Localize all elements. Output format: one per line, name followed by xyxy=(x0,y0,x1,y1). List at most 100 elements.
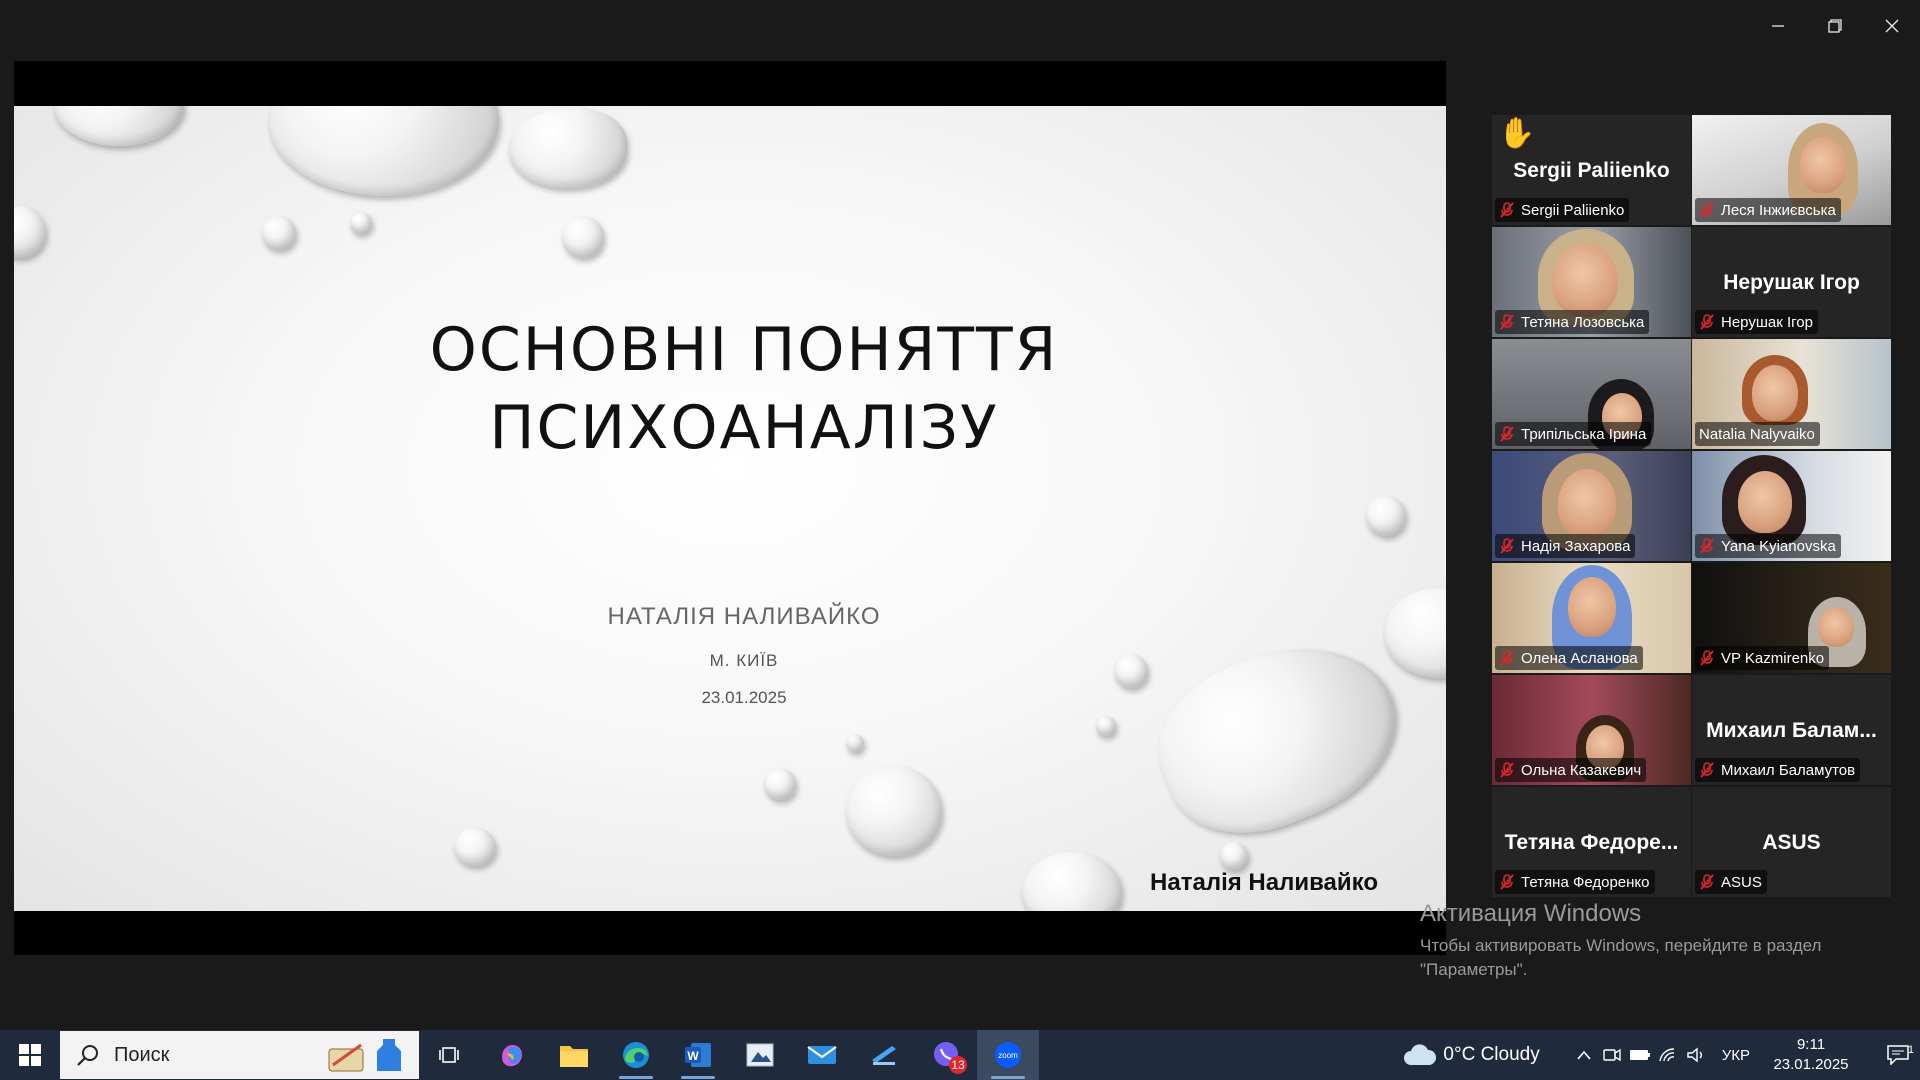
svg-text:W: W xyxy=(687,1049,699,1063)
taskbar-word[interactable]: W xyxy=(667,1030,729,1080)
participant-tile[interactable]: VP Kazmirenko xyxy=(1692,563,1891,673)
participant-tile[interactable]: ASUS ASUS xyxy=(1692,787,1891,897)
participant-label: Трипільська Ірина xyxy=(1495,422,1652,446)
participant-name: Олена Асланова xyxy=(1521,649,1638,667)
taskbar-copilot[interactable] xyxy=(481,1030,543,1080)
meet-now-tray[interactable] xyxy=(1598,1030,1626,1080)
taskbar-network-app[interactable] xyxy=(853,1030,915,1080)
participant-name: Ольна Казакевич xyxy=(1521,761,1642,779)
taskbar-search[interactable]: Поиск xyxy=(60,1031,419,1079)
search-highlight-icon xyxy=(328,1039,401,1072)
weather-widget[interactable]: 0°C Cloudy xyxy=(1403,1043,1540,1067)
wifi-icon xyxy=(1659,1048,1674,1062)
windows-activation-watermark: Активация Windows Чтобы активировать Win… xyxy=(1420,900,1821,982)
input-language[interactable]: УКР xyxy=(1722,1047,1750,1064)
participant-label: Надія Захарова xyxy=(1495,534,1636,558)
mic-muted-icon xyxy=(1500,202,1514,218)
taskbar-mail[interactable] xyxy=(791,1030,853,1080)
participant-tile[interactable]: Тетяна Федоре... Тетяна Федоренко xyxy=(1492,787,1691,897)
minimize-icon xyxy=(1771,25,1784,27)
slide-title-line: ОСНОВНІ ПОНЯТТЯ xyxy=(429,315,1059,385)
battery-tray[interactable] xyxy=(1626,1030,1654,1080)
water-drop xyxy=(1096,716,1116,736)
mic-muted-icon xyxy=(1500,314,1514,330)
start-button[interactable] xyxy=(0,1030,60,1080)
restore-button[interactable] xyxy=(1806,0,1863,52)
activation-title: Активация Windows xyxy=(1420,900,1642,927)
taskbar-clock[interactable]: 9:11 23.01.2025 xyxy=(1766,1035,1856,1075)
participant-tile[interactable]: Трипільська Ірина xyxy=(1492,339,1691,449)
mic-muted-icon xyxy=(1500,538,1514,554)
network-tray[interactable] xyxy=(1654,1030,1682,1080)
zoom-icon: zoom xyxy=(995,1042,1021,1068)
participant-name: VP Kazmirenko xyxy=(1721,649,1825,667)
activation-line: Чтобы активировать Windows, перейдите в … xyxy=(1420,936,1822,955)
face xyxy=(1552,243,1618,317)
mic-muted-icon xyxy=(1500,650,1514,666)
water-drop xyxy=(1366,496,1406,536)
water-drop xyxy=(846,766,942,856)
participant-label: Нерушак Ігор xyxy=(1695,310,1818,334)
participant-label: Yana Kyianovska xyxy=(1695,534,1841,558)
water-drop xyxy=(846,734,864,752)
participant-tile[interactable]: Нерушак Ігор Нерушак Ігор xyxy=(1692,227,1891,337)
mic-muted-icon xyxy=(1700,874,1714,890)
slide-title-line: ПСИХОАНАЛІЗУ xyxy=(489,393,999,463)
participant-name: Леся Інжиєвська xyxy=(1721,201,1836,219)
taskbar-edge[interactable] xyxy=(605,1030,667,1080)
taskbar-viber[interactable]: 13 xyxy=(915,1030,977,1080)
face xyxy=(1568,577,1616,637)
participant-name: Михаил Баламутов xyxy=(1721,761,1856,779)
taskbar-file-explorer[interactable] xyxy=(543,1030,605,1080)
participant-tile[interactable]: ✋ Sergii Paliienko Sergii Paliienko xyxy=(1492,115,1691,225)
mic-muted-icon xyxy=(1700,538,1714,554)
taskbar-photos[interactable] xyxy=(729,1030,791,1080)
participant-label: ASUS xyxy=(1695,870,1767,894)
chevron-up-icon xyxy=(1577,1050,1591,1060)
taskbar-zoom[interactable]: zoom xyxy=(977,1030,1039,1080)
water-drop xyxy=(562,216,604,258)
face xyxy=(1752,365,1798,421)
presenter-name: Наталія Наливайко xyxy=(1150,869,1378,896)
taskbar-task-view[interactable] xyxy=(419,1030,481,1080)
minimize-button[interactable] xyxy=(1749,0,1806,52)
notification-count: 1 xyxy=(1907,1044,1914,1056)
slide-author: НАТАЛІЯ НАЛИВАЙКО xyxy=(607,603,881,630)
water-drop xyxy=(1022,852,1122,911)
participant-tile[interactable]: Леся Інжиєвська xyxy=(1692,115,1891,225)
participant-tile[interactable]: Тетяна Лозовська xyxy=(1492,227,1691,337)
volume-tray[interactable] xyxy=(1682,1030,1710,1080)
svg-text:zoom: zoom xyxy=(998,1051,1018,1060)
participant-label: Михаил Баламутов xyxy=(1695,758,1861,782)
participant-label: Natalia Nalyvaiko xyxy=(1695,422,1820,446)
notification-center-button[interactable]: 1 xyxy=(1876,1044,1920,1065)
participant-tile[interactable]: Олена Асланова xyxy=(1492,563,1691,673)
participant-tile-active-speaker[interactable]: Natalia Nalyvaiko xyxy=(1692,339,1891,449)
participant-tile[interactable]: Надія Захарова xyxy=(1492,451,1691,561)
cloud-icon xyxy=(1404,1044,1437,1065)
participant-name: ASUS xyxy=(1721,873,1762,891)
water-drop xyxy=(350,212,372,234)
raised-hand-icon: ✋ xyxy=(1498,117,1536,150)
water-drop xyxy=(1135,615,1421,861)
participant-name: Тетяна Федоренко xyxy=(1521,873,1650,891)
participant-name-placeholder: Тетяна Федоре... xyxy=(1504,831,1679,854)
participant-tile[interactable]: Yana Kyianovska xyxy=(1692,451,1891,561)
participant-tile[interactable]: Михаил Балам... Михаил Баламутов xyxy=(1692,675,1891,785)
notification-badge: 13 xyxy=(949,1056,967,1074)
participant-name: Нерушак Ігор xyxy=(1721,313,1813,331)
face xyxy=(1558,469,1616,539)
task-view-icon xyxy=(439,1047,459,1063)
participant-tile[interactable]: Ольна Казакевич xyxy=(1492,675,1691,785)
participant-name-placeholder: Михаил Балам... xyxy=(1706,719,1877,742)
mic-muted-icon xyxy=(1700,650,1714,666)
water-drop xyxy=(509,108,627,188)
mic-muted-icon xyxy=(1700,202,1714,218)
participant-name: Трипільська Ірина xyxy=(1521,425,1647,443)
participant-name-placeholder: Нерушак Ігор xyxy=(1723,271,1860,294)
close-button[interactable] xyxy=(1863,0,1920,52)
slide-city: М. КИЇВ xyxy=(709,651,779,670)
search-icon xyxy=(77,1045,98,1066)
water-drop xyxy=(269,106,499,196)
show-hidden-icons-button[interactable] xyxy=(1570,1030,1598,1080)
